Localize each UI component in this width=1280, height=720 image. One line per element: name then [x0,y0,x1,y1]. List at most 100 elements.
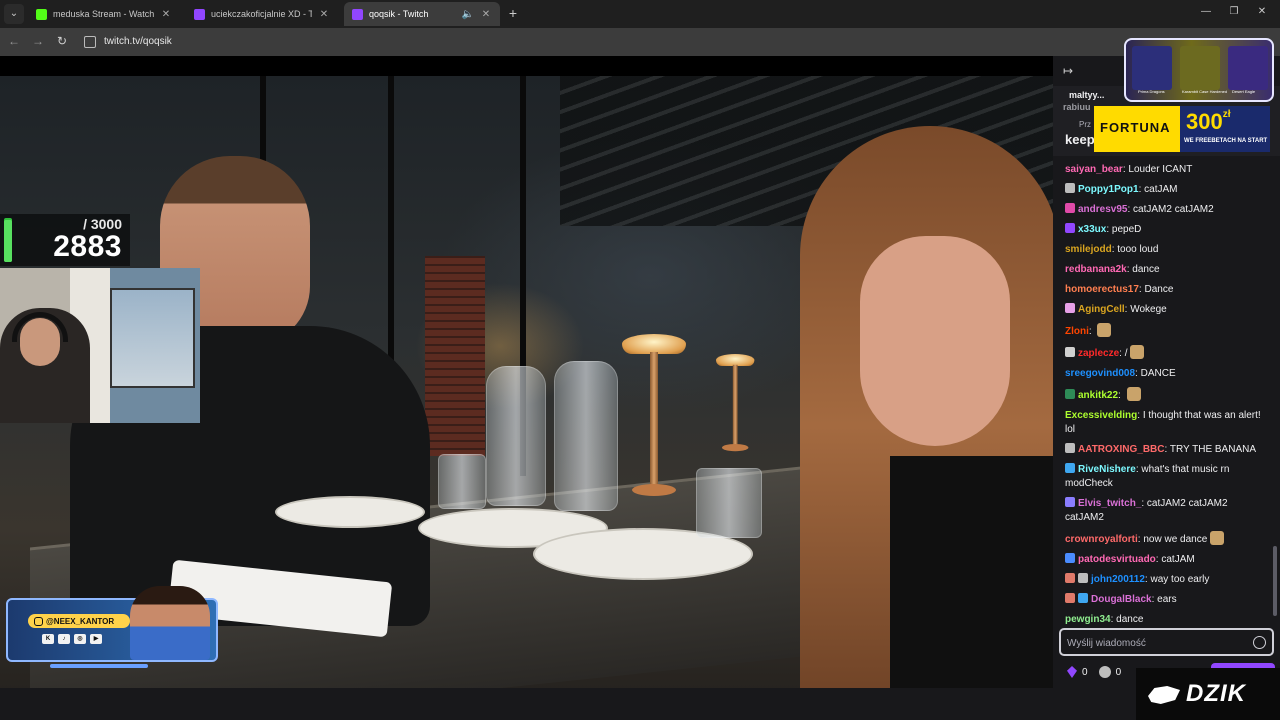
skin-ad[interactable]: Prima Dragons Karambit Case Hardened Des… [1124,38,1274,102]
instagram-icon: ◎ [74,634,86,644]
lamp-base [722,444,749,452]
chat-message: smilejodd: tooo loud [1053,240,1273,260]
chat-separator: : [1118,390,1124,401]
chat-emote-icon[interactable] [1126,387,1141,401]
chat-message: crownroyalforti: now we dance [1053,528,1273,550]
chat-text: Dance [1144,284,1174,295]
chat-username[interactable]: john200112 [1091,574,1145,585]
minimize-icon[interactable]: — [1198,6,1214,17]
video-player[interactable]: / 3000 2883 @NEEX_KANTOR K ♪ ◎ ▶ [0,56,1053,720]
tab-title: uciekczakoficjalnie XD - Twitch [211,9,312,19]
chat-badge-icon[interactable] [1078,573,1088,583]
chat-text: catJAM [1144,184,1178,195]
chat-scrollbar[interactable] [1273,546,1277,616]
chat-username[interactable]: x33ux [1078,224,1106,235]
chat-username[interactable]: Elvis_twitch_ [1078,498,1141,509]
chat-username[interactable]: saiyan_bear [1065,164,1123,175]
site-info-icon[interactable] [84,36,96,48]
goal-progress-fill [4,219,12,262]
chat-text: Wokege [1130,304,1167,315]
chat-badge-icon[interactable] [1065,223,1075,233]
chat-badge-icon[interactable] [1065,497,1075,507]
chat-badge-icon[interactable] [1065,463,1075,473]
chat-badge-icon[interactable] [1065,443,1075,453]
chat-message: AgingCell: Wokege [1053,300,1273,320]
chat-badge-icon[interactable] [1065,553,1075,563]
chat-badge-icon[interactable] [1065,303,1075,313]
chat-username[interactable]: redbanana2k [1065,264,1127,275]
close-tab-icon[interactable]: ✕ [318,9,330,20]
chat-text: / [1124,348,1128,359]
chat-username[interactable]: DougalBlack [1091,594,1152,605]
chat-badge-icon[interactable] [1065,389,1075,399]
ad-panel [1132,46,1172,90]
chat-username[interactable]: Zloni [1065,326,1089,337]
chat-badge-icon[interactable] [1065,593,1075,603]
chat-emote-icon[interactable] [1097,323,1112,337]
chat-username[interactable]: andresv95 [1078,204,1127,215]
chat-badge-icon[interactable] [1065,347,1075,357]
chat-username[interactable]: sreegovind008 [1065,368,1135,379]
chat-text: tooo loud [1117,244,1159,255]
tab-search-button[interactable]: ⌄ [4,4,24,24]
chat-emote-icon[interactable] [1210,531,1225,545]
chat-username[interactable]: homoerectus17 [1065,284,1139,295]
browser-tab-uciekczak[interactable]: uciekczakoficjalnie XD - Twitch ✕ [186,2,338,26]
fortuna-subtitle: WE FREEBETACH NA START [1184,138,1268,144]
chat-badge-icon[interactable] [1065,183,1075,193]
chat-username[interactable]: crownroyalforti [1065,534,1138,545]
speaker-icon[interactable]: 🔈 [462,9,474,20]
chat-username[interactable]: ankitk22 [1078,390,1118,401]
cartoon-avatar [130,586,210,660]
chat-username[interactable]: Excessivelding [1065,410,1137,421]
chat-username[interactable]: patodesvirtuado [1078,554,1156,565]
chat-text: DANCE [1140,368,1176,379]
chat-username[interactable]: zaplecze [1078,348,1119,359]
chat-text: ears [1157,594,1177,605]
emote-picker-icon[interactable] [1253,636,1266,649]
ad-label: Prima Dragons [1138,89,1165,94]
back-icon[interactable]: ← [6,34,22,48]
chat-message: patodesvirtuado: catJAM [1053,550,1273,570]
reload-icon[interactable]: ↻ [54,34,70,48]
browser-tab-meduska[interactable]: meduska Stream - Watch Live o ✕ [28,2,180,26]
forward-icon[interactable]: → [30,34,46,48]
browser-tab-qoqsik[interactable]: qoqsik - Twitch 🔈 ✕ [344,2,500,26]
chat-text: dance [1116,614,1144,625]
chat-input[interactable] [1067,635,1247,651]
chat-input-box[interactable] [1059,628,1274,656]
chat-message: pewgin34: dance [1053,610,1273,630]
chat-text: TRY THE BANANA [1169,444,1257,455]
boar-icon [1148,686,1180,704]
channel-points[interactable]: 0 0 [1067,666,1121,678]
restore-icon[interactable]: ❐ [1226,6,1242,17]
chat-badge-icon[interactable] [1065,203,1075,213]
new-tab-button[interactable]: + [505,5,521,21]
tab-title: qoqsik - Twitch [369,9,429,19]
url-field[interactable]: twitch.tv/qoqsik [104,36,172,47]
chat-username[interactable]: AgingCell [1078,304,1125,315]
dzik-wordmark: DZIK [1186,680,1246,707]
instagram-icon [34,616,43,626]
goal-current: 2883 [53,230,122,263]
browser-tab-bar: ⌄ meduska Stream - Watch Live o ✕ uciekc… [0,0,1280,28]
chat-emote-icon[interactable] [1130,345,1145,359]
close-tab-icon[interactable]: ✕ [480,9,492,20]
chat-username[interactable]: smilejodd [1065,244,1112,255]
social-icons: K ♪ ◎ ▶ [42,634,102,644]
collapse-chat-icon[interactable]: ↦ [1063,64,1073,78]
chat-text: now we dance [1143,534,1208,545]
lamp-stem [732,364,738,449]
chat-username[interactable]: Poppy1Pop1 [1078,184,1139,195]
fortuna-ad[interactable]: FORTUNA 300zł WE FREEBETACH NA START [1094,106,1270,152]
close-tab-icon[interactable]: ✕ [160,9,172,20]
ad-panel [1180,46,1220,90]
chat-badge-icon[interactable] [1078,593,1088,603]
close-window-icon[interactable]: ✕ [1254,6,1270,17]
chat-username[interactable]: AATROXING_BBC [1078,444,1164,455]
chat-badge-icon[interactable] [1065,573,1075,583]
woman-face [860,236,1010,446]
chat-message: Excessivelding: I thought that was an al… [1053,406,1273,440]
chat-username[interactable]: RiveNishere [1078,464,1136,475]
chat-username[interactable]: pewgin34 [1065,614,1111,625]
